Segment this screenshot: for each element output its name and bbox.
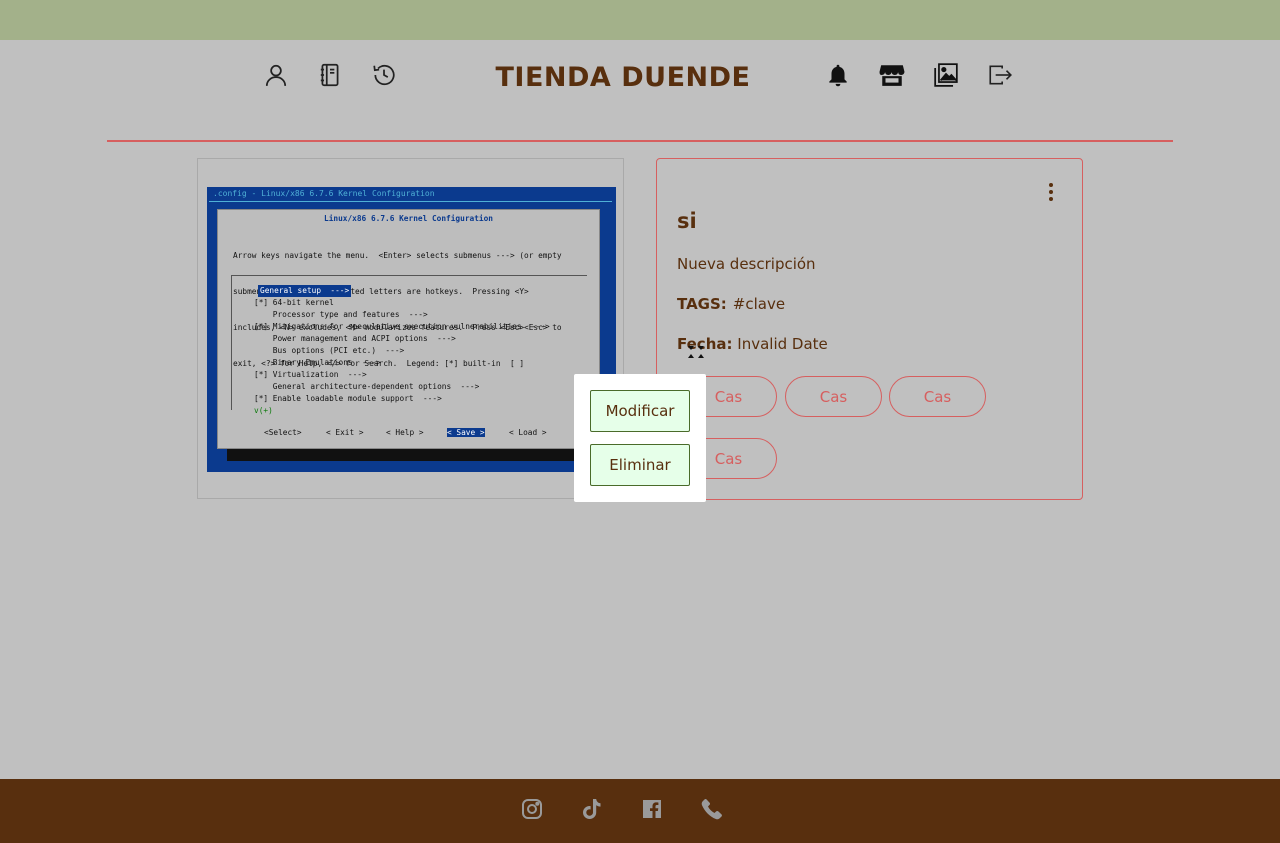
menu-more-indicator: v(+): [254, 406, 273, 415]
dialog-title: Linux/x86 6.7.6 Kernel Configuration: [324, 214, 493, 223]
kernel-config-screenshot: .config - Linux/x86 6.7.6 Kernel Configu…: [207, 187, 616, 472]
footer: [0, 779, 1280, 843]
product-image: .config - Linux/x86 6.7.6 Kernel Configu…: [197, 158, 624, 499]
images-icon[interactable]: [931, 60, 961, 90]
resize-cursor-icon: [686, 344, 706, 360]
modify-button[interactable]: Modificar: [590, 390, 690, 432]
facebook-icon[interactable]: [640, 797, 664, 821]
menu-item: Bus options (PCI etc.) --->: [254, 346, 405, 355]
product-card: si Nueva descripción TAGS: #clave Fecha: …: [656, 158, 1083, 500]
tags-value: #clave: [732, 295, 786, 313]
tiktok-icon[interactable]: [580, 797, 604, 821]
phone-icon[interactable]: [700, 797, 724, 821]
menu-item: Processor type and features --->: [254, 310, 428, 319]
journal-icon[interactable]: [315, 60, 345, 90]
menu-item: [*] Virtualization --->: [254, 370, 367, 379]
chip-button[interactable]: Cas: [785, 376, 882, 417]
dialog-button: < Load >: [509, 428, 547, 437]
history-icon[interactable]: [369, 60, 399, 90]
menu-item: General architecture-dependent options -…: [254, 382, 480, 391]
brand-title[interactable]: TIENDA DUENDE: [468, 62, 778, 93]
delete-button[interactable]: Eliminar: [590, 444, 690, 486]
card-tags: TAGS: #clave: [677, 295, 785, 313]
chip-button[interactable]: Cas: [889, 376, 986, 417]
header-divider: [107, 140, 1173, 142]
menu-item: [*] Enable loadable module support --->: [254, 394, 442, 403]
options-popup: Modificar Eliminar: [574, 374, 706, 502]
user-icon[interactable]: [261, 60, 291, 90]
date-value: Invalid Date: [737, 335, 828, 353]
dialog-button: < Help >: [386, 428, 424, 437]
logout-icon[interactable]: [985, 60, 1015, 90]
dialog-button: <Select>: [264, 428, 302, 437]
menu-item: [*] 64-bit kernel: [254, 298, 334, 307]
bell-icon[interactable]: [823, 60, 853, 90]
menu-item: Power management and ACPI options --->: [254, 334, 456, 343]
tags-label: TAGS:: [677, 295, 727, 313]
card-description: Nueva descripción: [677, 255, 816, 273]
window-title: .config - Linux/x86 6.7.6 Kernel Configu…: [213, 189, 435, 198]
menu-item: [*] Mitigations for speculative executio…: [254, 322, 550, 331]
config-dialog: Linux/x86 6.7.6 Kernel Configuration Arr…: [217, 209, 600, 449]
dialog-button: < Save >: [447, 428, 485, 437]
header: TIENDA DUENDE: [0, 40, 1280, 130]
more-options-icon[interactable]: [1041, 181, 1061, 205]
store-icon[interactable]: [877, 60, 907, 90]
instagram-icon[interactable]: [520, 797, 544, 821]
menu-item: General setup --->: [258, 285, 352, 297]
menu-item: Binary Emulations --->: [254, 358, 381, 367]
dialog-button: < Exit >: [326, 428, 364, 437]
top-bar: [0, 0, 1280, 40]
card-title: si: [677, 209, 697, 233]
